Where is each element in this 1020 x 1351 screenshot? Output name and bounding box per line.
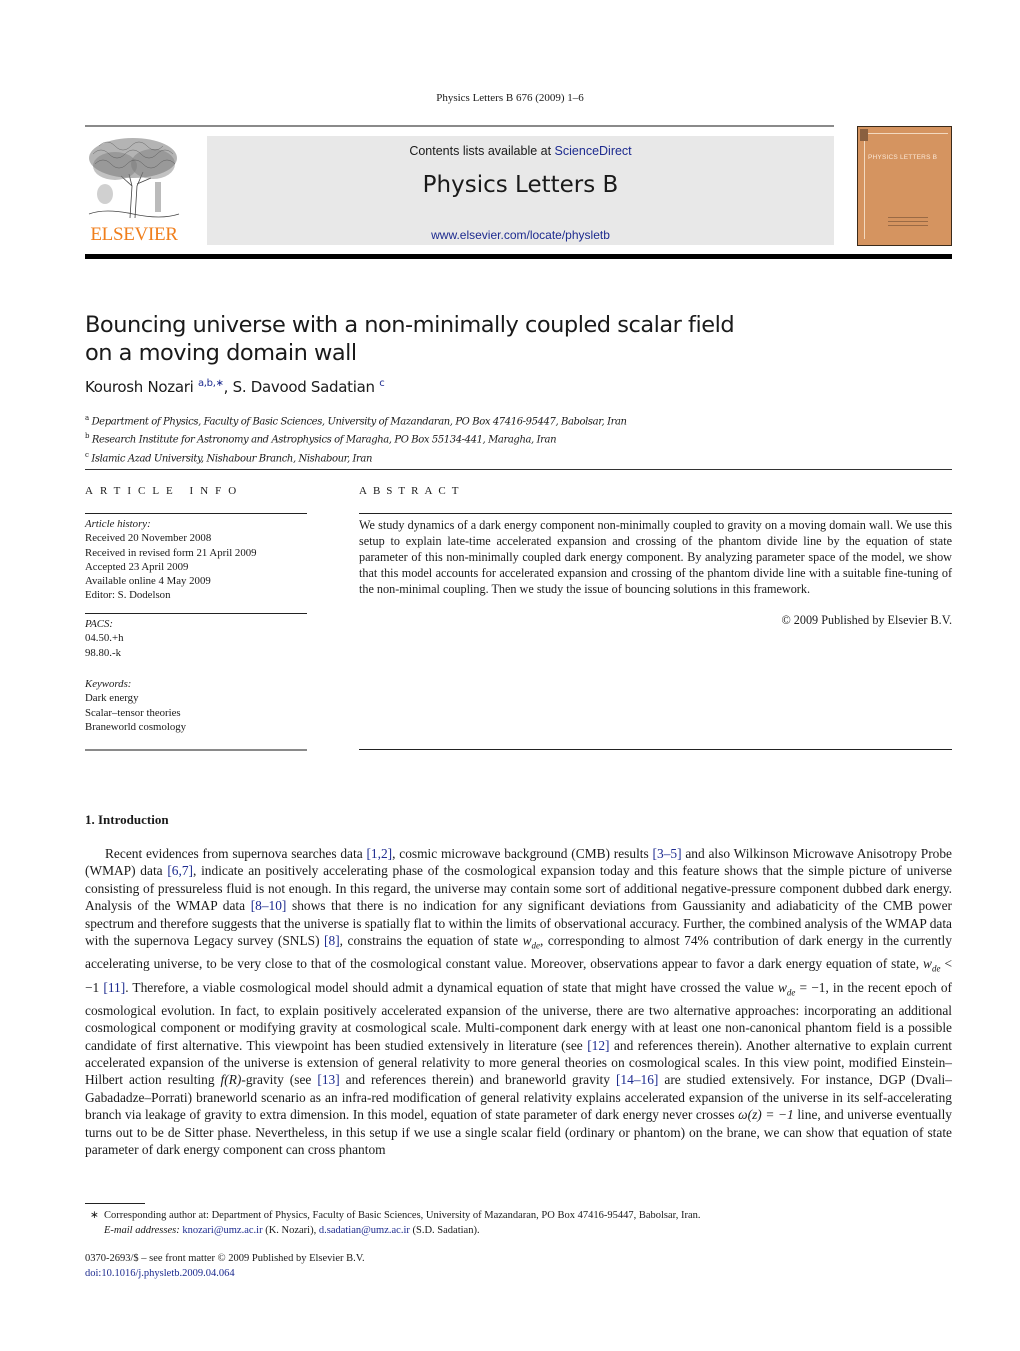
cover-title: PHYSICS LETTERS B xyxy=(868,154,938,161)
affiliation-text: Department of Physics, Faculty of Basic … xyxy=(91,416,627,428)
citation-link[interactable]: [6,7] xyxy=(167,863,193,878)
article-title: Bouncing universe with a non-minimally c… xyxy=(85,311,785,367)
text-run: Recent evidences from supernova searches… xyxy=(105,846,367,861)
article-title-line-1: Bouncing universe with a non-minimally c… xyxy=(85,312,735,338)
divider xyxy=(85,469,952,470)
keywords: Keywords: Dark energy Scalar–tensor theo… xyxy=(85,677,307,734)
journal-url-link[interactable]: www.elsevier.com/locate/physletb xyxy=(207,228,834,242)
citation-link[interactable]: [8–10] xyxy=(251,898,287,913)
elsevier-tree-icon xyxy=(88,138,180,219)
email-owner: (K. Nozari) xyxy=(262,1225,314,1236)
author-affiliation-marks[interactable]: c xyxy=(379,378,385,389)
pacs-item: 04.50.+h xyxy=(85,632,124,645)
text-run: . Therefore, a viable cosmological model… xyxy=(125,979,778,995)
citation-link[interactable]: [11] xyxy=(103,980,125,995)
affiliation-item: a Department of Physics, Faculty of Basi… xyxy=(85,411,627,429)
running-head: Physics Letters B 676 (2009) 1–6 xyxy=(436,92,584,104)
journal-title: Physics Letters B xyxy=(422,172,619,198)
article-title-line-2: on a moving domain wall xyxy=(85,340,357,366)
sciencedirect-link[interactable]: ScienceDirect xyxy=(555,144,632,158)
author-name[interactable]: Kourosh Nozari xyxy=(85,378,194,396)
divider xyxy=(359,749,952,750)
email-link[interactable]: d.sadatian@umz.ac.ir xyxy=(319,1225,410,1236)
divider xyxy=(85,613,307,614)
keyword-item: Braneworld cosmology xyxy=(85,720,187,733)
affiliation-item: c Islamic Azad University, Nishabour Bra… xyxy=(85,448,627,466)
math-expression: wde = −1 xyxy=(777,979,826,998)
masthead: Contents lists available at ScienceDirec… xyxy=(207,136,834,245)
affiliation-list: a Department of Physics, Faculty of Basi… xyxy=(85,411,627,466)
masthead-rule xyxy=(85,254,952,259)
affiliation-mark: c xyxy=(85,450,89,459)
elsevier-wordmark: ELSEVIER xyxy=(90,224,178,245)
article-history-label: Article history: xyxy=(85,518,151,530)
divider xyxy=(85,513,307,514)
divider xyxy=(85,749,307,751)
top-rule xyxy=(85,125,834,127)
keyword-item: Dark energy xyxy=(85,692,139,705)
article-history: Article history: Received 20 November 20… xyxy=(85,517,307,603)
introduction-paragraph: Recent evidences from supernova searches… xyxy=(85,845,952,1159)
keyword-item: Scalar–tensor theories xyxy=(85,706,181,719)
footnote-rule xyxy=(85,1203,145,1204)
email-addresses: E-mail addresses: knozari@umz.ac.ir (K. … xyxy=(85,1223,952,1238)
history-item: Available online 4 May 2009 xyxy=(85,575,211,588)
author-name[interactable]: S. Davood Sadatian xyxy=(233,378,375,396)
email-owner: (S.D. Sadatian). xyxy=(409,1225,480,1236)
pacs-label: PACS: xyxy=(85,618,113,630)
text-run: , cosmic microwave background (CMB) resu… xyxy=(392,846,653,861)
section-heading-introduction: 1. Introduction xyxy=(85,812,169,827)
journal-cover-image[interactable]: PHYSICS LETTERS B xyxy=(857,126,952,246)
citation-link[interactable]: [1,2] xyxy=(366,846,392,861)
email-link[interactable]: knozari@umz.ac.ir xyxy=(182,1225,262,1236)
doi-link[interactable]: doi:10.1016/j.physletb.2009.04.064 xyxy=(85,1268,235,1279)
citation-link[interactable]: [8] xyxy=(324,933,340,948)
math-expression: wde xyxy=(522,933,540,951)
author-list: Kourosh Nozari a,b,∗, S. Davood Sadatian… xyxy=(85,378,385,396)
corresponding-author-note: ∗ Corresponding author at: Department of … xyxy=(85,1208,952,1223)
pacs-item: 98.80.-k xyxy=(85,646,121,659)
citation-link[interactable]: [12] xyxy=(587,1038,609,1053)
text-run: and references therein) and braneworld g… xyxy=(339,1072,616,1088)
cover-logo-icon xyxy=(860,129,868,141)
elsevier-logo[interactable]: ELSEVIER xyxy=(85,136,183,246)
contents-prefix: Contents lists available at xyxy=(409,144,555,158)
contents-line: Contents lists available at ScienceDirec… xyxy=(207,144,834,158)
text-run: , constrains the equation of state xyxy=(339,933,523,949)
history-item: Accepted 23 April 2009 xyxy=(85,560,189,573)
citation-link[interactable]: [13] xyxy=(317,1072,339,1087)
affiliation-text: Islamic Azad University, Nishabour Branc… xyxy=(91,452,373,464)
author-separator: , xyxy=(223,378,233,396)
affiliation-item: b Research Institute for Astronomy and A… xyxy=(85,429,627,447)
footnote: ∗ Corresponding author at: Department of … xyxy=(85,1208,952,1238)
abstract-text: We study dynamics of a dark energy compo… xyxy=(359,518,952,596)
history-item: Received in revised form 21 April 2009 xyxy=(85,546,257,559)
author-affiliation-marks[interactable]: a,b,∗ xyxy=(198,378,224,389)
abstract-heading: ABSTRACT xyxy=(359,485,465,497)
email-label: E-mail addresses: xyxy=(104,1225,180,1236)
history-item: Received 20 November 2008 xyxy=(85,532,212,545)
citation-link[interactable]: [3–5] xyxy=(653,846,682,861)
math-expression: ω(z) = −1 xyxy=(738,1107,794,1123)
corresponding-author-text: Corresponding author at: Department of P… xyxy=(104,1210,701,1221)
math-expression: f(R) xyxy=(220,1072,242,1088)
affiliation-mark: a xyxy=(85,414,89,422)
divider xyxy=(359,513,952,514)
history-item: Editor: S. Dodelson xyxy=(85,589,171,602)
keywords-label: Keywords: xyxy=(85,678,132,690)
affiliation-mark: b xyxy=(85,432,90,441)
front-matter: 0370-2693/$ – see front matter © 2009 Pu… xyxy=(85,1251,365,1281)
affiliation-text: Research Institute for Astronomy and Ast… xyxy=(91,434,557,446)
article-info-heading: ARTICLE INFO xyxy=(85,485,244,497)
abstract-copyright: © 2009 Published by Elsevier B.V. xyxy=(781,613,952,627)
text-run: -gravity (see xyxy=(241,1072,318,1088)
issn-line: 0370-2693/$ – see front matter © 2009 Pu… xyxy=(85,1253,365,1264)
pacs-codes: PACS: 04.50.+h 98.80.-k xyxy=(85,617,307,660)
cover-text-lines xyxy=(888,217,928,229)
footnote-mark: ∗ xyxy=(90,1210,99,1221)
citation-link[interactable]: [14–16] xyxy=(616,1072,658,1087)
